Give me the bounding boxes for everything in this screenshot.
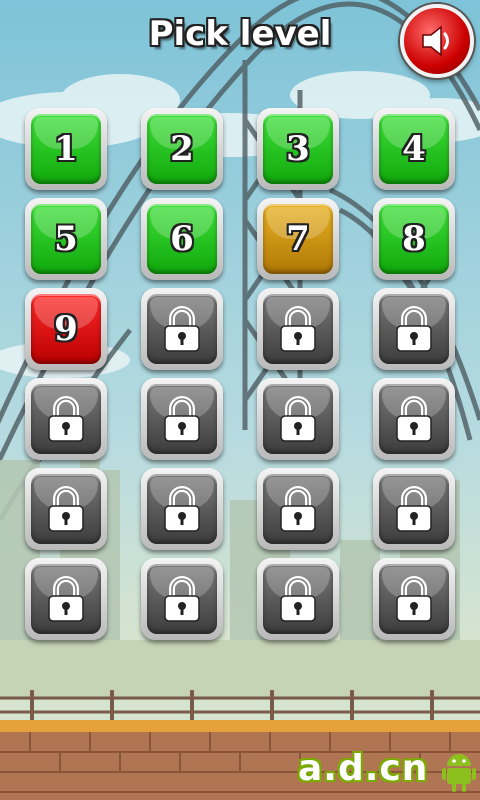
level-button-face: 5 [31, 204, 101, 274]
lock-icon [160, 575, 204, 623]
level-button-face [379, 384, 449, 454]
watermark-text: a.d.cn [298, 748, 429, 789]
level-button-face [263, 384, 333, 454]
level-button-face [263, 474, 333, 544]
level-button-21[interactable] [25, 558, 107, 640]
lock-icon [392, 485, 436, 533]
level-button-12[interactable] [373, 288, 455, 370]
level-button-3[interactable]: 3 [257, 108, 339, 190]
level-button-14[interactable] [141, 378, 223, 460]
lock-icon [160, 305, 204, 353]
level-button-face [147, 294, 217, 364]
lock-icon [392, 305, 436, 353]
level-number: 6 [170, 219, 194, 259]
level-button-face [31, 474, 101, 544]
level-button-face: 6 [147, 204, 217, 274]
level-number: 1 [54, 129, 78, 169]
level-button-face: 1 [31, 114, 101, 184]
level-button-face: 7 [263, 204, 333, 274]
level-button-face [147, 384, 217, 454]
lock-icon [44, 575, 88, 623]
level-number: 7 [286, 219, 310, 259]
level-button-face: 3 [263, 114, 333, 184]
level-button-face: 8 [379, 204, 449, 274]
level-button-face [263, 564, 333, 634]
level-button-face [31, 384, 101, 454]
lock-icon [392, 395, 436, 443]
level-button-2[interactable]: 2 [141, 108, 223, 190]
lock-icon [392, 575, 436, 623]
level-button-23[interactable] [257, 558, 339, 640]
level-button-13[interactable] [25, 378, 107, 460]
level-number: 3 [286, 129, 310, 169]
level-button-4[interactable]: 4 [373, 108, 455, 190]
level-button-7[interactable]: 7 [257, 198, 339, 280]
level-button-1[interactable]: 1 [25, 108, 107, 190]
level-button-17[interactable] [25, 468, 107, 550]
lock-icon [276, 575, 320, 623]
level-button-24[interactable] [373, 558, 455, 640]
lock-icon [160, 395, 204, 443]
level-number: 2 [170, 129, 194, 169]
level-button-face: 4 [379, 114, 449, 184]
level-button-16[interactable] [373, 378, 455, 460]
lock-icon [160, 485, 204, 533]
level-number: 9 [54, 309, 78, 349]
level-button-5[interactable]: 5 [25, 198, 107, 280]
level-number: 5 [54, 219, 78, 259]
level-button-8[interactable]: 8 [373, 198, 455, 280]
game-background: Pick level 123456789 a.d.cn [0, 0, 480, 800]
level-button-face [263, 294, 333, 364]
lock-icon [276, 395, 320, 443]
level-button-face [379, 294, 449, 364]
level-button-face: 2 [147, 114, 217, 184]
lock-icon [44, 485, 88, 533]
level-button-20[interactable] [373, 468, 455, 550]
level-button-face [379, 474, 449, 544]
level-number: 4 [402, 129, 426, 169]
level-button-18[interactable] [141, 468, 223, 550]
lock-icon [276, 305, 320, 353]
level-button-face [147, 564, 217, 634]
level-button-11[interactable] [257, 288, 339, 370]
android-robot-icon [442, 754, 476, 792]
level-button-face [31, 564, 101, 634]
level-button-9[interactable]: 9 [25, 288, 107, 370]
lock-icon [44, 395, 88, 443]
level-button-10[interactable] [141, 288, 223, 370]
speaker-icon [422, 25, 449, 57]
sound-toggle-button[interactable] [400, 4, 474, 78]
level-button-6[interactable]: 6 [141, 198, 223, 280]
level-number: 8 [402, 219, 426, 259]
level-button-15[interactable] [257, 378, 339, 460]
level-button-face [147, 474, 217, 544]
level-button-face [379, 564, 449, 634]
lock-icon [276, 485, 320, 533]
level-button-face: 9 [31, 294, 101, 364]
level-button-22[interactable] [141, 558, 223, 640]
level-button-19[interactable] [257, 468, 339, 550]
